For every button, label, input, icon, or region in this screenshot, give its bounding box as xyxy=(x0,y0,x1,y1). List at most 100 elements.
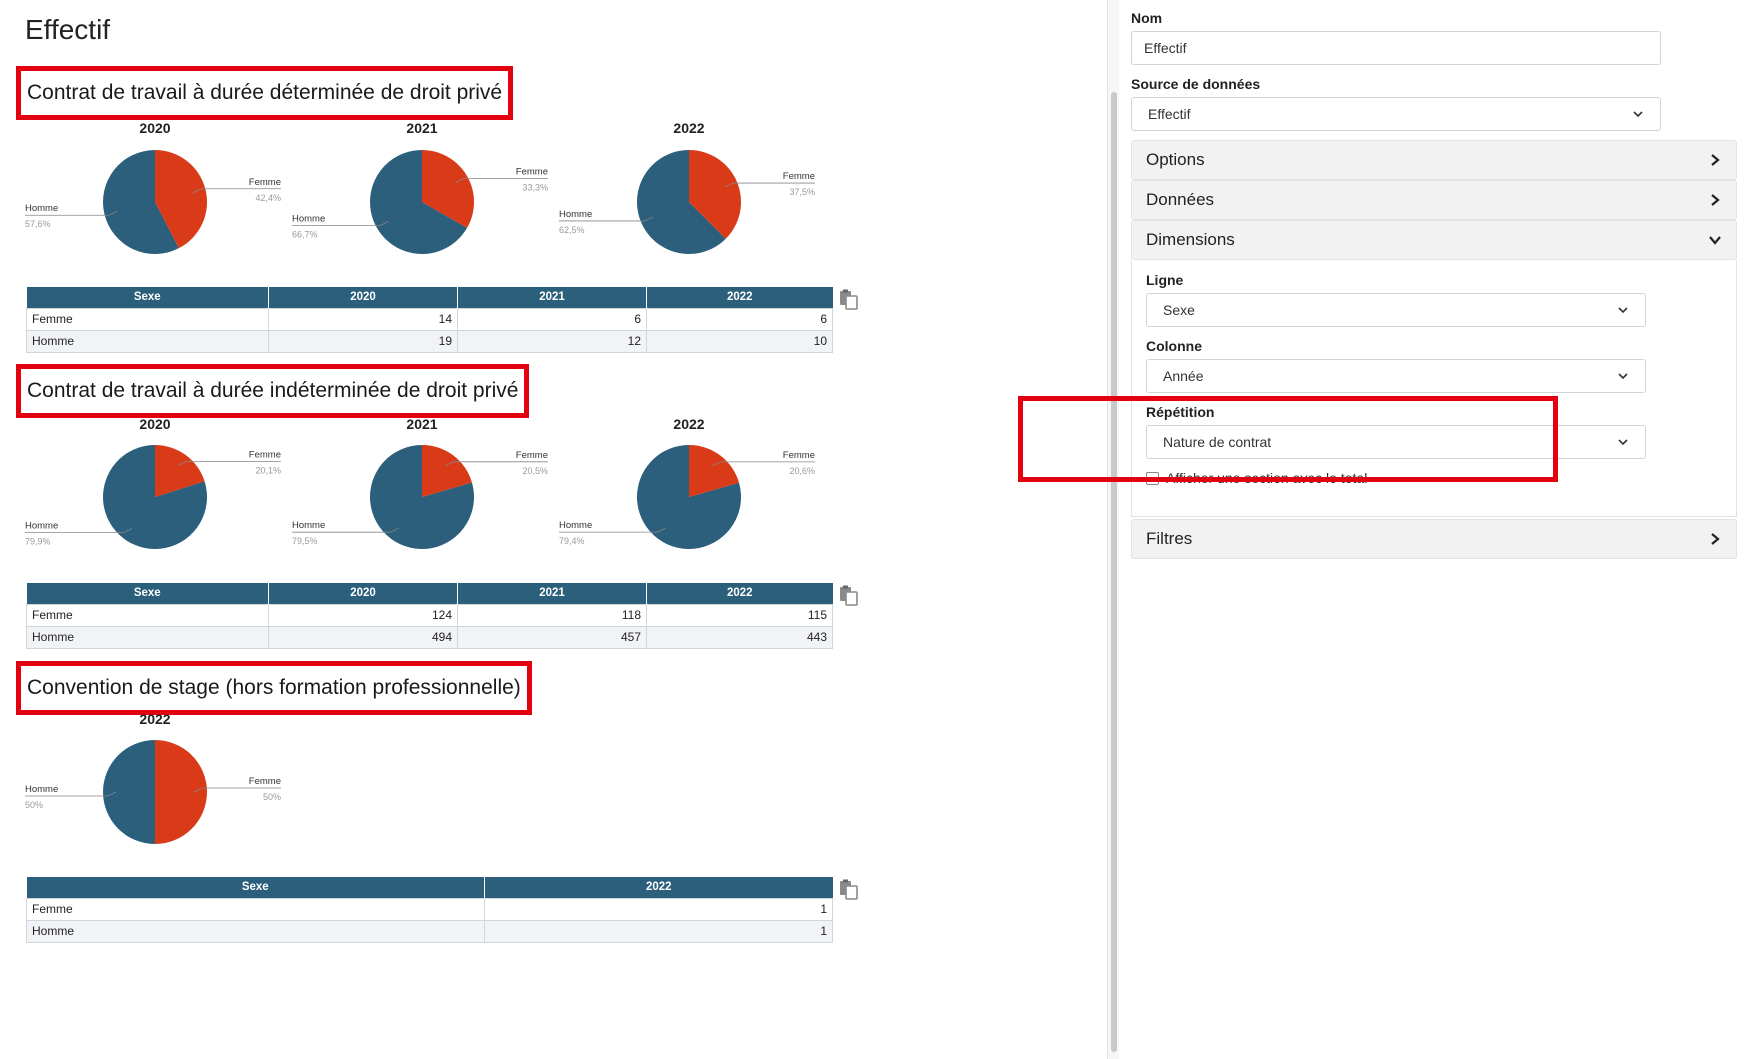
data-table: Sexe 2020 2021 2022 Femme 124 118 115 Homme 494 45… xyxy=(26,583,833,649)
source-select-value: Effectif xyxy=(1148,106,1191,122)
pie-pct-homme: 62,5% xyxy=(559,225,585,235)
pie-label-homme: Homme xyxy=(25,520,58,531)
table-cell: Femme xyxy=(26,603,269,627)
chevron-down-icon xyxy=(1618,373,1628,380)
pie-pct-femme: 20,6% xyxy=(789,466,815,476)
colonne-label: Colonne xyxy=(1146,338,1202,354)
pie-pct-homme: 79,9% xyxy=(25,536,51,546)
pie-label-femme: Femme xyxy=(783,171,815,182)
copy-table-icon[interactable] xyxy=(838,289,860,311)
chevron-down-icon xyxy=(1618,439,1628,446)
table-header-cell[interactable]: 2022 xyxy=(646,583,833,604)
table-cell: 1 xyxy=(484,897,833,921)
pie-chart: Femme 20,6% Homme 79,4% xyxy=(559,445,815,549)
table-cell: 1 xyxy=(484,919,833,943)
pie-label-femme: Femme xyxy=(249,776,281,787)
data-table: Sexe 2020 2021 2022 Femme 14 6 6 Homme 19 12 10 xyxy=(26,287,833,353)
accordion-options-label: Options xyxy=(1146,150,1205,169)
table-cell: 14 xyxy=(268,307,458,331)
chevron-down-icon xyxy=(1709,236,1721,245)
table-cell: 6 xyxy=(457,307,647,331)
accordion-filtres[interactable]: Filtres xyxy=(1131,519,1737,559)
chart-year-label: 2021 xyxy=(406,416,438,432)
chart-year-label: 2022 xyxy=(139,711,171,727)
section-title: Contrat de travail à durée déterminée de… xyxy=(27,81,503,104)
accordion-donnees[interactable]: Données xyxy=(1131,180,1737,220)
pie-slice-homme xyxy=(103,740,155,844)
pie-chart: Femme 42,4% Homme 57,6% xyxy=(25,150,281,254)
table-header-cell[interactable]: 2022 xyxy=(484,877,833,898)
table-header-cell[interactable]: Sexe xyxy=(26,287,269,308)
table-header-cell[interactable]: 2021 xyxy=(457,583,647,604)
pie-label-homme: Homme xyxy=(559,520,592,531)
section-title-highlight: Convention de stage (hors formation prof… xyxy=(16,661,532,715)
pie-chart: Femme 37,5% Homme 62,5% xyxy=(559,150,815,254)
table-header-cell[interactable]: 2022 xyxy=(646,287,833,308)
pie-pct-homme: 66,7% xyxy=(292,230,318,240)
table-cell: 118 xyxy=(457,603,647,627)
colonne-select[interactable]: Année xyxy=(1146,359,1646,393)
report-preview: Effectif Contrat de travail à durée déte… xyxy=(0,0,1100,1059)
section-title-highlight: Contrat de travail à durée déterminée de… xyxy=(16,66,514,120)
table-row: Homme 19 12 10 xyxy=(26,329,833,353)
page-title: Effectif xyxy=(25,14,111,45)
pie-label-femme: Femme xyxy=(249,450,281,461)
table-cell: 124 xyxy=(268,603,458,627)
pie-label-homme: Homme xyxy=(292,214,325,225)
pie-label-femme: Femme xyxy=(516,166,548,177)
table-header-cell[interactable]: 2021 xyxy=(457,287,647,308)
accordion-filtres-label: Filtres xyxy=(1146,529,1193,548)
table-row: Homme 494 457 443 xyxy=(26,625,833,649)
table-header-cell[interactable]: Sexe xyxy=(26,583,269,604)
table-cell: 6 xyxy=(646,307,833,331)
accordion-options[interactable]: Options xyxy=(1131,140,1737,180)
ligne-select[interactable]: Sexe xyxy=(1146,293,1646,327)
table-cell: 443 xyxy=(646,625,833,649)
chevron-down-icon xyxy=(1633,111,1643,118)
chart-year-label: 2021 xyxy=(406,120,438,136)
scrollbar[interactable] xyxy=(1107,0,1119,1059)
section-title-highlight: Contrat de travail à durée indéterminée … xyxy=(16,364,530,418)
pie-pct-femme: 37,5% xyxy=(789,187,815,197)
pie-slice-femme xyxy=(155,740,207,844)
app-root: Effectif Contrat de travail à durée déte… xyxy=(0,0,1746,1059)
pie-pct-homme: 57,6% xyxy=(25,219,51,229)
table-cell: 457 xyxy=(457,625,647,649)
pie-label-homme: Homme xyxy=(25,203,58,214)
pie-label-homme: Homme xyxy=(25,784,58,795)
chart-year-label: 2020 xyxy=(139,416,171,432)
ligne-label: Ligne xyxy=(1146,272,1184,288)
pie-chart: Femme 50% Homme 50% xyxy=(25,740,281,844)
pie-label-femme: Femme xyxy=(249,177,281,188)
chevron-right-icon xyxy=(1711,154,1720,166)
nom-label: Nom xyxy=(1131,10,1163,26)
table-cell: Femme xyxy=(26,897,485,921)
table-header-cell[interactable]: 2020 xyxy=(268,287,458,308)
config-panel: Nom Effectif Source de données Effectif … xyxy=(1018,0,1746,1059)
table-cell: 115 xyxy=(646,603,833,627)
pie-pct-femme: 20,5% xyxy=(522,466,548,476)
table-row: Femme 1 xyxy=(26,897,833,921)
nom-input[interactable]: Effectif xyxy=(1131,31,1661,65)
scrollbar-thumb[interactable] xyxy=(1111,92,1117,1052)
pie-pct-femme: 33,3% xyxy=(522,182,548,192)
accordion-dimensions-label: Dimensions xyxy=(1146,230,1235,249)
table-row: Femme 124 118 115 xyxy=(26,603,833,627)
section-title: Convention de stage (hors formation prof… xyxy=(27,676,521,699)
table-cell: Homme xyxy=(26,625,269,649)
table-header-cell[interactable]: 2020 xyxy=(268,583,458,604)
pie-label-homme: Homme xyxy=(292,520,325,531)
table-header-cell[interactable]: Sexe xyxy=(26,877,485,898)
copy-table-icon[interactable] xyxy=(838,879,860,901)
copy-table-icon[interactable] xyxy=(838,585,860,607)
pie-pct-homme: 50% xyxy=(25,800,43,810)
chart-year-label: 2020 xyxy=(139,120,171,136)
source-label: Source de données xyxy=(1131,76,1261,92)
table-cell: 10 xyxy=(646,329,833,353)
chart-year-label: 2022 xyxy=(673,120,705,136)
accordion-dimensions[interactable]: Dimensions xyxy=(1131,220,1737,260)
pie-pct-homme: 79,5% xyxy=(292,536,318,546)
pie-label-femme: Femme xyxy=(783,450,815,461)
pie-label-femme: Femme xyxy=(516,450,548,461)
source-select[interactable]: Effectif xyxy=(1131,97,1661,131)
